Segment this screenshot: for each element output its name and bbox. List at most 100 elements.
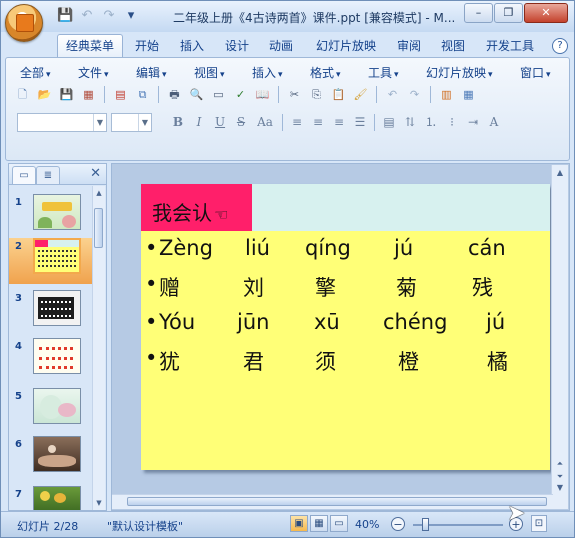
close-button[interactable]: ✕ [524, 3, 568, 23]
redo-toolbar-icon[interactable]: ↷ [406, 86, 423, 103]
open-folder-icon[interactable]: 📂 [36, 86, 53, 103]
paste-icon[interactable]: 📋 [330, 86, 347, 103]
export-icon[interactable]: ⧉ [134, 86, 151, 103]
permission-icon[interactable]: ▦ [80, 86, 97, 103]
insert-chart-icon[interactable]: ▥ [438, 86, 455, 103]
zoom-slider-knob[interactable] [422, 518, 429, 531]
slide-bullet-row[interactable]: • Zèng liú qíng jú cán [145, 236, 545, 264]
thumbnails-scrollbar[interactable]: ▲ ▼ [92, 186, 105, 510]
tab-insert[interactable]: 插入 [180, 36, 204, 56]
scroll-up-icon[interactable]: ▲ [94, 188, 104, 198]
align-center-icon[interactable]: ≡ [309, 114, 327, 131]
scroll-up-icon[interactable]: ▲ [555, 168, 565, 178]
save-file-icon[interactable]: 💾 [58, 86, 75, 103]
bullets-icon[interactable]: ⁝ [443, 114, 461, 131]
slideshow-view-button[interactable]: ▭ [330, 515, 348, 532]
outline-tab-icon[interactable]: ≣ [36, 166, 60, 184]
align-left-icon[interactable]: ≡ [288, 114, 306, 131]
pdf-icon[interactable]: ▤ [112, 86, 129, 103]
minimize-button[interactable]: – [464, 3, 493, 23]
slide-bullet-row[interactable]: • Yóu jūn xū chéng jú [145, 310, 545, 338]
normal-view-button[interactable]: ▣ [290, 515, 308, 532]
format-painter-icon[interactable]: 🖌 [352, 86, 369, 103]
bold-button[interactable]: B [169, 114, 187, 131]
undo-icon[interactable]: ↶ [79, 8, 95, 24]
menu-file[interactable]: 文件 ▾ [78, 64, 109, 81]
save-icon[interactable]: 💾 [57, 8, 73, 24]
slide-thumbnail-3[interactable]: 3 [9, 290, 94, 336]
tab-classic-menu[interactable]: 经典菜单 [57, 34, 124, 58]
editor-horizontal-scrollbar[interactable] [112, 494, 553, 509]
indent-icon[interactable]: ⇥ [464, 114, 482, 131]
slide-sorter-view-button[interactable]: ▦ [310, 515, 328, 532]
text-direction-icon[interactable]: ⇅ [401, 114, 419, 131]
previous-slide-icon[interactable]: ⏶ [555, 459, 565, 469]
justify-icon[interactable]: ☰ [351, 114, 369, 131]
copy-icon[interactable]: ⎘ [308, 86, 325, 103]
maximize-button[interactable]: ❐ [494, 3, 523, 23]
slide-thumbnail-6[interactable]: 6 [9, 436, 94, 482]
numbering-icon[interactable]: ⒈ [422, 114, 440, 131]
zoom-level[interactable]: 40% [355, 518, 379, 531]
new-file-icon[interactable]: 🗋 [14, 86, 31, 103]
web-preview-icon[interactable]: ▭ [210, 86, 227, 103]
scrollbar-thumb[interactable] [127, 497, 547, 506]
menu-tools[interactable]: 工具 ▾ [368, 64, 399, 81]
italic-button[interactable]: I [190, 114, 208, 131]
slide-title-badge[interactable]: 我会认 ☜ [141, 184, 252, 231]
editor-vertical-scrollbar[interactable]: ▲ ⏶ ⏷ ▼ [551, 165, 568, 509]
research-icon[interactable]: 📖 [254, 86, 271, 103]
slide-thumbnail-7[interactable]: 7 [9, 486, 94, 510]
redo-icon[interactable]: ↷ [101, 8, 117, 24]
slide-thumbnail-1[interactable]: 1 [9, 194, 94, 240]
align-right-icon[interactable]: ≡ [330, 114, 348, 131]
tab-developer[interactable]: 开发工具 [486, 36, 534, 56]
menu-slideshow[interactable]: 幻灯片放映 ▾ [426, 64, 493, 81]
font-size-combo[interactable]: ▼ [111, 113, 152, 132]
current-slide[interactable]: 我会认 ☜ • Zèng liú qíng jú cán • 赠 刘 擎 菊 残 … [141, 184, 550, 470]
menu-view[interactable]: 视图 ▾ [194, 64, 225, 81]
slide-thumbnail-5[interactable]: 5 [9, 388, 94, 434]
bullet-icon: • [145, 346, 158, 370]
menu-format[interactable]: 格式 ▾ [310, 64, 341, 81]
cut-icon[interactable]: ✂ [286, 86, 303, 103]
fit-to-window-button[interactable]: ⊡ [531, 515, 547, 532]
slide-bullet-row[interactable]: • 赠 刘 擎 菊 残 [145, 272, 545, 300]
columns-icon[interactable]: ▤ [380, 114, 398, 131]
menu-insert[interactable]: 插入 ▾ [252, 64, 283, 81]
customize-qat-icon[interactable]: ▾ [123, 8, 139, 24]
menu-all[interactable]: 全部 ▾ [20, 64, 51, 81]
tab-slideshow[interactable]: 幻灯片放映 [316, 36, 376, 56]
slide-thumbnail-2[interactable]: 2 [9, 238, 94, 284]
menu-edit[interactable]: 编辑 ▾ [136, 64, 167, 81]
change-case-button[interactable]: Aa [253, 114, 277, 131]
slide-number: 7 [15, 489, 22, 500]
font-color-icon[interactable]: A [485, 114, 503, 131]
tab-home[interactable]: 开始 [135, 36, 159, 56]
tab-animation[interactable]: 动画 [269, 36, 293, 56]
slide-bullet-row[interactable]: • 犹 君 须 橙 橘 [145, 346, 545, 374]
scroll-down-icon[interactable]: ▼ [94, 498, 104, 508]
slides-tab-icon[interactable]: ▭ [12, 166, 36, 184]
font-name-combo[interactable]: ▼ [17, 113, 107, 132]
close-pane-icon[interactable]: ✕ [90, 166, 101, 181]
slide-thumbnail-4[interactable]: 4 [9, 338, 94, 384]
scrollbar-thumb[interactable] [94, 208, 103, 248]
print-preview-icon[interactable]: 🔍 [188, 86, 205, 103]
tab-review[interactable]: 审阅 [397, 36, 421, 56]
underline-button[interactable]: U [211, 114, 229, 131]
zoom-out-button[interactable]: − [391, 517, 405, 531]
tab-design[interactable]: 设计 [225, 36, 249, 56]
office-button[interactable] [5, 4, 43, 42]
help-icon[interactable]: ? [552, 38, 568, 54]
next-slide-icon[interactable]: ⏷ [555, 472, 565, 482]
strikethrough-button[interactable]: S [232, 114, 250, 131]
menu-window[interactable]: 窗口 ▾ [520, 64, 551, 81]
zoom-slider[interactable] [413, 518, 503, 531]
spelling-icon[interactable]: ✓ [232, 86, 249, 103]
insert-table-icon[interactable]: ▦ [460, 86, 477, 103]
undo-toolbar-icon[interactable]: ↶ [384, 86, 401, 103]
tab-view[interactable]: 视图 [441, 36, 465, 56]
print-icon[interactable]: 🖶 [166, 86, 183, 103]
scroll-down-icon[interactable]: ▼ [555, 483, 565, 493]
